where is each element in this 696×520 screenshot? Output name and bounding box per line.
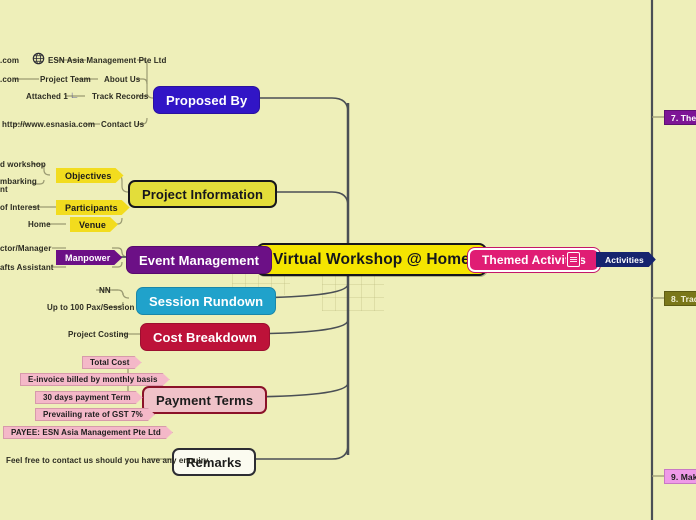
branch-session-rundown[interactable]: Session Rundown <box>136 287 277 315</box>
leaf-manpower-2: afts Assistant <box>0 263 54 272</box>
leaf-remarks-enquiry: Feel free to contact us should you have … <box>6 456 209 465</box>
leaf-proposed-domain-1: .com <box>0 56 20 65</box>
leaf-objectives-3: nt <box>0 185 8 194</box>
branch-proposed-by[interactable]: Proposed By <box>153 86 261 114</box>
leaf-manpower-1: ctor/Manager <box>0 244 52 253</box>
branch-themed-activities[interactable]: Themed Activities <box>468 248 600 272</box>
subnode-payee[interactable]: PAYEE: ESN Asia Management Pte Ltd <box>3 426 173 439</box>
leaf-session-pax: Up to 100 Pax/Session <box>47 303 135 312</box>
subnode-total-cost[interactable]: Total Cost <box>82 356 142 369</box>
subnode-gst[interactable]: Prevailing rate of GST 7% <box>35 408 155 421</box>
leaf-contact-us: Contact Us <box>101 120 145 129</box>
subnode-objectives[interactable]: Objectives <box>56 168 124 183</box>
note-list-icon[interactable] <box>568 253 579 266</box>
leaf-participants-1: of Interest <box>0 203 40 212</box>
leaf-objectives-1: d workshop <box>0 160 46 169</box>
subnode-venue[interactable]: Venue <box>70 217 118 232</box>
right-item-9-maker[interactable]: 9. Maker o <box>664 469 696 484</box>
right-item-8-traditional[interactable]: 8. Traditio <box>664 291 696 306</box>
leaf-session-nn: NN <box>99 286 111 295</box>
leaf-attached-1: Attached 1 <box>26 92 68 101</box>
leaf-esnasia-url: http://www.esnasia.com <box>2 120 96 129</box>
globe-icon <box>32 52 45 65</box>
attachment-icon: ∟ <box>70 90 79 100</box>
leaf-esn-asia-management: ESN Asia Management Pte Ltd <box>48 56 167 65</box>
branch-event-management[interactable]: Event Management <box>126 246 273 274</box>
subnode-einvoice[interactable]: E-invoice billed by monthly basis <box>20 373 170 386</box>
branch-payment-terms[interactable]: Payment Terms <box>142 386 268 414</box>
branch-project-information[interactable]: Project Information <box>128 180 278 208</box>
leaf-proposed-domain-2: .com <box>0 75 20 84</box>
subnode-activities[interactable]: Activities <box>596 252 656 267</box>
leaf-venue-1: Home <box>28 220 51 229</box>
mindmap-canvas: Virtual Workshop @ Home Proposed By Proj… <box>0 0 696 520</box>
leaf-project-team: Project Team <box>40 75 91 84</box>
subnode-payment-term[interactable]: 30 days payment Term <box>35 391 143 404</box>
subnode-manpower[interactable]: Manpower <box>56 250 122 265</box>
subnode-participants[interactable]: Participants <box>56 200 130 215</box>
leaf-track-records: Track Records <box>92 92 149 101</box>
leaf-project-costing: Project Costing <box>68 330 129 339</box>
center-node[interactable]: Virtual Workshop @ Home <box>256 243 487 276</box>
branch-cost-breakdown[interactable]: Cost Breakdown <box>140 323 270 351</box>
right-item-7-the-little[interactable]: 7. The Litt <box>664 110 696 125</box>
leaf-about-us: About Us <box>104 75 141 84</box>
